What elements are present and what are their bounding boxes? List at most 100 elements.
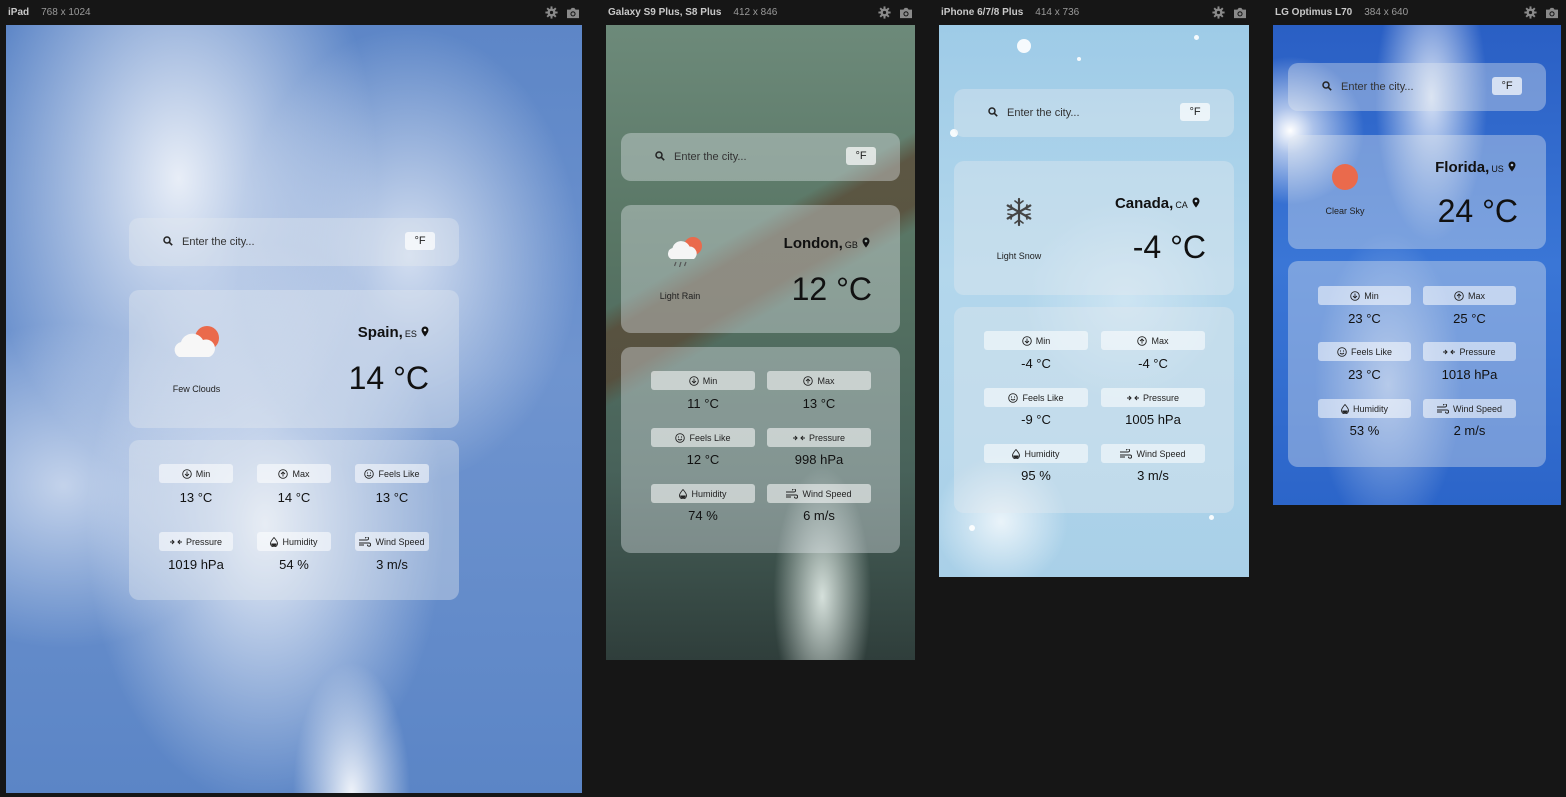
screen: °F Light Snow Canada,CA -4 °C Min Max -4… (939, 25, 1249, 577)
max-value: 14 °C (277, 490, 311, 505)
pressure-label: Pressure (159, 532, 233, 551)
location-pin-icon (862, 237, 870, 248)
country-code: GB (844, 240, 858, 250)
wind-speed-value: 3 m/s (376, 557, 408, 572)
feels-like-value: 12 °C (686, 452, 720, 467)
search-icon (1322, 81, 1332, 91)
min-label: Min (1318, 286, 1411, 305)
city-search-input[interactable] (674, 149, 834, 165)
device-size: 412 x 846 (733, 7, 778, 18)
device-name: iPhone 6/7/8 Plus (941, 7, 1024, 18)
wind-icon (786, 488, 799, 499)
pressure-label: Pressure (767, 428, 871, 447)
city-search-input[interactable] (1341, 79, 1481, 95)
camera-icon[interactable] (899, 7, 913, 19)
search-icon (655, 151, 665, 161)
min-value: 11 °C (687, 396, 719, 411)
country-code: ES (404, 329, 417, 339)
gear-icon[interactable] (545, 6, 558, 19)
city-search-input[interactable] (1007, 105, 1167, 121)
arrow-up-icon (278, 468, 289, 479)
min-label: Min (984, 331, 1088, 350)
weather-card: Few Clouds Spain, ES 14 °C (129, 290, 459, 428)
pressure-value: 1018 hPa (1441, 367, 1498, 382)
min-value: 13 °C (179, 490, 213, 505)
stats-card: Min Max 11 °C 13 °C Feels Like Pressure … (621, 347, 900, 553)
humidity-value: 53 % (1349, 423, 1380, 438)
pressure-icon (1443, 349, 1456, 354)
device-iphone: iPhone 6/7/8 Plus 414 x 736 °F Light Sno… (939, 0, 1249, 577)
pressure-icon (792, 435, 805, 440)
smile-icon (675, 432, 686, 443)
unit-toggle-button[interactable]: °F (1180, 103, 1210, 121)
humidity-label: Humidity (1318, 399, 1411, 418)
max-label: Max (1423, 286, 1516, 305)
city-label: Canada, (1114, 195, 1174, 212)
temperature: 24 °C (1437, 193, 1518, 229)
camera-icon[interactable] (1545, 7, 1559, 19)
unit-toggle-button[interactable]: °F (1492, 77, 1522, 95)
min-value: 23 °C (1348, 311, 1381, 326)
device-header: iPad 768 x 1024 (8, 0, 580, 25)
pressure-label: Pressure (1423, 342, 1516, 361)
unit-toggle-button[interactable]: °F (405, 232, 435, 250)
droplet-icon (270, 536, 279, 547)
location-pin-icon (1508, 161, 1516, 172)
city-label: Florida, (1435, 159, 1490, 176)
wind-icon (1120, 448, 1133, 459)
country-code: US (1491, 164, 1504, 174)
location-pin-icon (421, 326, 429, 337)
arrow-down-icon (1350, 290, 1360, 301)
max-label: Max (767, 371, 871, 390)
arrow-down-icon (688, 375, 699, 386)
screen: °F Clear Sky Florida,US 24 °C Min Max 23… (1273, 25, 1561, 505)
device-header: Galaxy S9 Plus, S8 Plus 412 x 846 (608, 0, 913, 25)
temperature: -4 °C (1132, 229, 1206, 265)
max-value: 25 °C (1453, 311, 1486, 326)
feels-like-label: Feels Like (1318, 342, 1411, 361)
gear-icon[interactable] (878, 6, 891, 19)
device-size: 768 x 1024 (41, 7, 91, 18)
unit-toggle-button[interactable]: °F (846, 147, 876, 165)
feels-like-label: Feels Like (651, 428, 755, 447)
camera-icon[interactable] (566, 7, 580, 19)
wind-speed-value: 6 m/s (803, 508, 835, 523)
device-name: Galaxy S9 Plus, S8 Plus (608, 7, 722, 18)
wind-speed-label: Wind Speed (1101, 444, 1205, 463)
min-label: Min (651, 371, 755, 390)
city-name: Canada, CA (1115, 195, 1200, 212)
light-rain-icon (668, 237, 702, 268)
city-search-input[interactable] (182, 234, 382, 250)
min-label: Min (159, 464, 233, 483)
gear-icon[interactable] (1524, 6, 1537, 19)
city-name: Florida, US (1435, 159, 1516, 176)
feels-like-value: 13 °C (375, 490, 409, 505)
arrow-down-icon (181, 468, 192, 479)
feels-like-label: Feels Like (355, 464, 429, 483)
wind-speed-value: 3 m/s (1137, 468, 1169, 483)
wind-speed-value: 2 m/s (1453, 423, 1486, 438)
snowflake-decoration (1194, 35, 1199, 40)
pressure-icon (169, 539, 182, 544)
country-code: CA (1175, 200, 1188, 210)
max-value: -4 °C (1138, 356, 1168, 371)
stats-card: Min Max -4 °C -4 °C Feels Like Pressure … (954, 307, 1234, 513)
city-label: London, (783, 235, 843, 252)
weather-card: Light Rain London, GB 12 °C (621, 205, 900, 333)
search-bar: °F (954, 89, 1234, 137)
camera-icon[interactable] (1233, 7, 1247, 19)
device-header: iPhone 6/7/8 Plus 414 x 736 (941, 0, 1247, 25)
arrow-down-icon (1021, 335, 1032, 346)
feels-like-label: Feels Like (984, 388, 1088, 407)
stats-card: Min Max Feels Like 13 °C 14 °C 13 °C Pre… (129, 440, 459, 600)
humidity-label: Humidity (984, 444, 1088, 463)
wind-icon (359, 536, 372, 547)
gear-icon[interactable] (1212, 6, 1225, 19)
smile-icon (1008, 392, 1019, 403)
min-value: -4 °C (1021, 356, 1051, 371)
weather-condition: Light Rain (659, 291, 701, 301)
weather-condition: Light Snow (996, 251, 1042, 261)
wind-speed-label: Wind Speed (355, 532, 429, 551)
device-lg-optimus: LG Optimus L70 384 x 640 °F Clear Sky Fl… (1273, 0, 1561, 505)
droplet-icon (1012, 448, 1021, 459)
